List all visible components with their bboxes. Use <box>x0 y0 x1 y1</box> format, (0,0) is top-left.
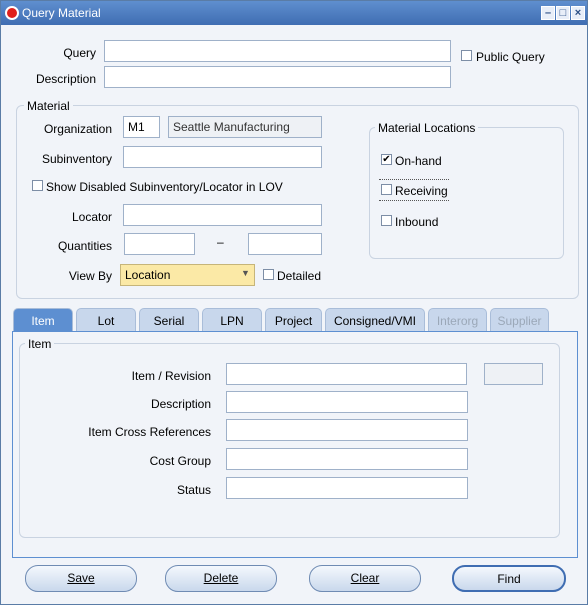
tab-interorg: Interorg <box>428 308 487 332</box>
receiving-checkbox[interactable] <box>381 184 392 195</box>
tab-serial[interactable]: Serial <box>139 308 199 332</box>
subinventory-input[interactable] <box>123 146 322 168</box>
public-query-checkbox[interactable] <box>461 50 472 61</box>
tab-lot[interactable]: Lot <box>76 308 136 332</box>
cost-group-input[interactable] <box>226 448 468 470</box>
description-input[interactable] <box>104 66 451 88</box>
subinventory-label: Subinventory <box>41 152 112 166</box>
inbound-label: Inbound <box>395 215 439 229</box>
material-locations-legend: Material Locations <box>375 121 479 135</box>
tab-supplier: Supplier <box>490 308 549 332</box>
window-title: Query Material <box>22 6 101 20</box>
query-label: Query <box>63 46 96 60</box>
title-bar[interactable]: Query Material – □ × <box>1 1 587 25</box>
quantities-label: Quantities <box>57 239 112 253</box>
status-label: Status <box>176 483 211 497</box>
minimize-icon[interactable]: – <box>541 6 555 20</box>
query-material-window: Query Material – □ × Query Public Query … <box>0 0 588 605</box>
status-input[interactable] <box>226 477 468 499</box>
item-input[interactable] <box>226 363 467 385</box>
view-by-select[interactable]: Location <box>120 264 255 286</box>
public-query-label: Public Query <box>476 50 545 64</box>
description-label: Description <box>35 72 96 86</box>
item-revision-label: Item / Revision <box>131 369 211 383</box>
revision-input[interactable] <box>484 363 543 385</box>
show-disabled-label: Show Disabled Subinventory/Locator in LO… <box>46 180 283 194</box>
item-description-input[interactable] <box>226 391 468 413</box>
material-legend: Material <box>24 99 73 113</box>
maximize-icon[interactable]: □ <box>556 6 570 20</box>
cross-ref-input[interactable] <box>226 419 468 441</box>
organization-code-input[interactable]: M1 <box>123 116 160 138</box>
tab-item[interactable]: Item <box>13 308 73 333</box>
tab-lpn[interactable]: LPN <box>202 308 262 332</box>
quantities-separator: – <box>217 235 224 249</box>
onhand-label: On-hand <box>395 154 442 168</box>
quantity-to-input[interactable] <box>248 233 322 255</box>
save-button[interactable]: Save <box>25 565 137 592</box>
locator-input[interactable] <box>123 204 322 226</box>
item-legend: Item <box>25 337 55 351</box>
close-icon[interactable]: × <box>571 6 585 20</box>
query-input[interactable] <box>104 40 451 62</box>
detailed-label: Detailed <box>277 269 322 283</box>
inbound-checkbox[interactable] <box>381 215 392 226</box>
quantity-from-input[interactable] <box>124 233 195 255</box>
clear-button[interactable]: Clear <box>309 565 421 592</box>
organization-name-field: Seattle Manufacturing <box>168 116 322 138</box>
onhand-checkbox[interactable]: ✔ <box>381 154 392 165</box>
item-description-label: Description <box>150 397 211 411</box>
save-button-label: Save <box>67 571 95 585</box>
show-disabled-checkbox[interactable] <box>32 180 43 191</box>
chevron-down-icon[interactable]: ▼ <box>241 268 250 278</box>
tab-consigned-vmi[interactable]: Consigned/VMI <box>325 308 425 332</box>
receiving-label: Receiving <box>395 184 448 198</box>
delete-button[interactable]: Delete <box>165 565 277 592</box>
oracle-logo-icon <box>5 6 19 20</box>
find-button[interactable]: Find <box>452 565 566 592</box>
tab-project[interactable]: Project <box>265 308 322 332</box>
clear-button-label: Clear <box>350 571 380 585</box>
view-by-label: View By <box>68 269 112 283</box>
delete-button-label: Delete <box>203 571 239 585</box>
cost-group-label: Cost Group <box>149 454 211 468</box>
detailed-checkbox[interactable] <box>263 269 274 280</box>
cross-ref-label: Item Cross References <box>88 425 211 439</box>
locator-label: Locator <box>71 210 112 224</box>
organization-label: Organization <box>43 122 112 136</box>
